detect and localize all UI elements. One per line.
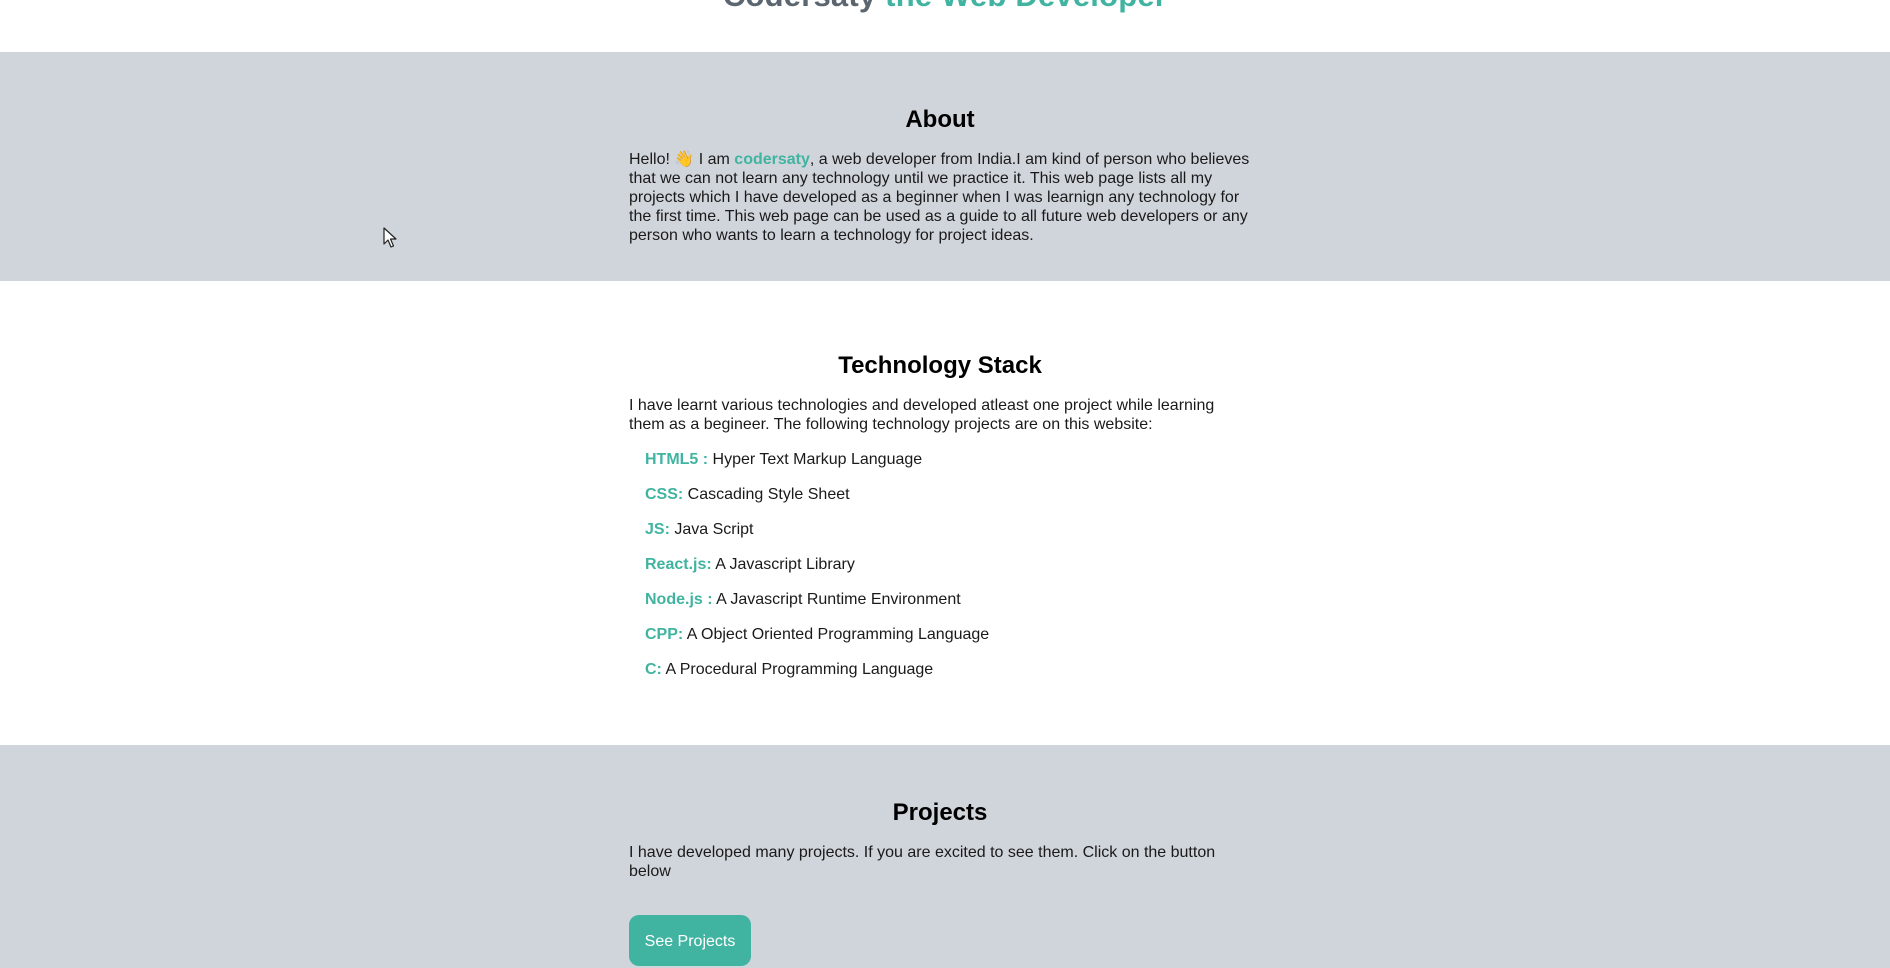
tech-desc: A Object Oriented Programming Language (683, 626, 990, 643)
tech-desc: Hyper Text Markup Language (708, 451, 923, 468)
list-item: Node.js : A Javascript Runtime Environme… (645, 590, 1251, 609)
tech-list: HTML5 : Hyper Text Markup Language CSS: … (629, 450, 1251, 679)
projects-section: Projects I have developed many projects.… (0, 745, 1890, 968)
about-name-link[interactable]: codersaty (734, 151, 810, 168)
tech-term: C: (645, 661, 662, 678)
hero-accent: the Web Developer (885, 0, 1167, 13)
waving-hand-icon: 👋 (674, 151, 695, 168)
projects-heading: Projects (892, 799, 988, 826)
list-item: React.js: A Javascript Library (645, 555, 1251, 574)
tech-content: Technology Stack I have learnt various t… (629, 352, 1251, 695)
tech-term: HTML5 : (645, 451, 709, 468)
see-projects-button[interactable]: See Projects (629, 915, 751, 966)
hero-section: Codersaty the Web Developer (0, 0, 1890, 52)
list-item: C: A Procedural Programming Language (645, 660, 1251, 679)
list-item: JS: Java Script (645, 520, 1251, 539)
about-heading: About (905, 106, 975, 133)
tech-intro: I have learnt various technologies and d… (629, 397, 1215, 433)
tech-term: JS: (645, 521, 670, 538)
tech-desc: Java Script (669, 521, 754, 538)
tech-desc: A Javascript Library (711, 556, 855, 573)
tech-term: React.js: (645, 556, 712, 573)
tech-term: CPP: (645, 626, 684, 643)
page: Codersaty the Web Developer About Hello!… (0, 0, 1890, 968)
about-content: About Hello! 👋 I am codersaty, a web dev… (629, 106, 1251, 245)
tech-heading: Technology Stack (838, 352, 1042, 379)
about-intro-mid: I am (694, 151, 735, 168)
about-intro-before: Hello! (629, 151, 670, 168)
tech-term: CSS: (645, 486, 684, 503)
hero-title: Codersaty the Web Developer (0, 0, 1890, 14)
about-paragraph: Hello! 👋 I am codersaty, a web developer… (629, 150, 1251, 245)
list-item: HTML5 : Hyper Text Markup Language (645, 450, 1251, 469)
projects-intro: I have developed many projects. If you a… (629, 844, 1216, 880)
tech-section: Technology Stack I have learnt various t… (0, 281, 1890, 745)
tech-desc: Cascading Style Sheet (683, 486, 850, 503)
projects-content: Projects I have developed many projects.… (629, 799, 1251, 881)
tech-term: Node.js : (645, 591, 713, 608)
tech-desc: A Javascript Runtime Environment (712, 591, 961, 608)
list-item: CPP: A Object Oriented Programming Langu… (645, 625, 1251, 644)
about-section: About Hello! 👋 I am codersaty, a web dev… (0, 52, 1890, 281)
mouse-cursor-icon (383, 227, 397, 248)
list-item: CSS: Cascading Style Sheet (645, 485, 1251, 504)
tech-desc: A Procedural Programming Language (661, 661, 934, 678)
hero-name: Codersaty (723, 0, 876, 13)
